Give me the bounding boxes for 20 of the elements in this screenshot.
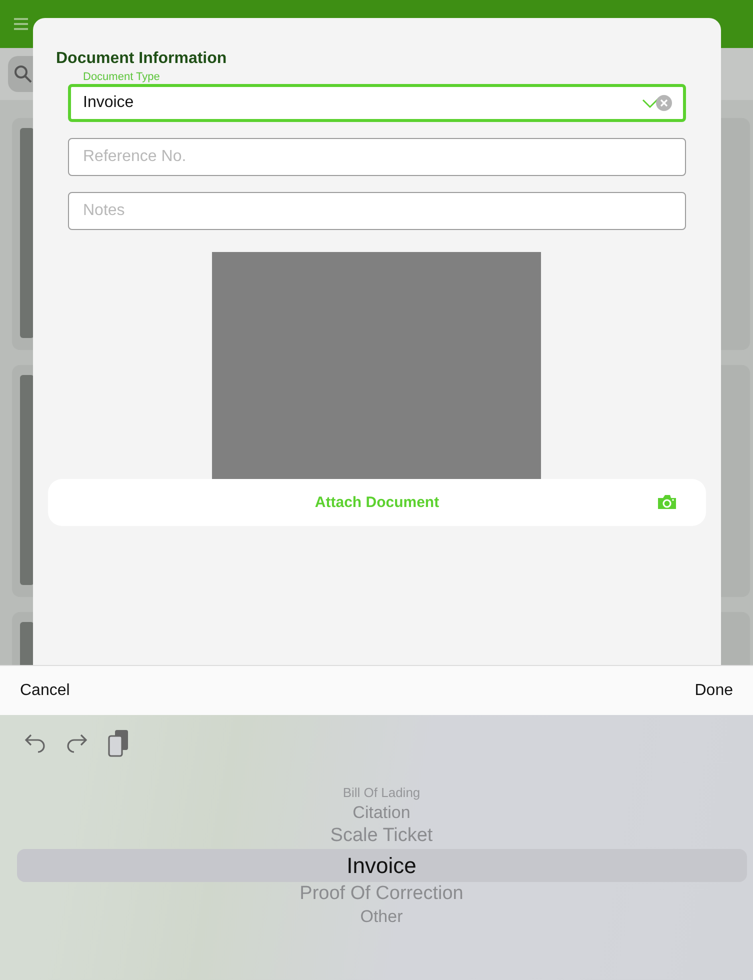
- picker-option[interactable]: Proof Of Correction: [10, 882, 753, 906]
- clipboard-icon[interactable]: [108, 729, 130, 757]
- field-label: Document Type: [83, 71, 160, 83]
- input-field[interactable]: Notes: [68, 192, 686, 230]
- cancel-button[interactable]: Cancel: [20, 682, 70, 700]
- camera-icon: [657, 494, 677, 510]
- input-field[interactable]: Invoice: [68, 84, 686, 122]
- check-icon: [642, 97, 660, 109]
- attach-document-button[interactable]: Attach Document: [48, 479, 706, 526]
- done-button[interactable]: Done: [694, 682, 733, 700]
- picker-option[interactable]: Bill Of Lading: [10, 785, 753, 802]
- redo-icon[interactable]: [66, 733, 88, 753]
- picker-option[interactable]: Citation: [10, 802, 753, 824]
- undo-icon[interactable]: [24, 733, 46, 753]
- picker-option[interactable]: Invoice: [16, 848, 746, 882]
- picker-option[interactable]: Scale Ticket: [10, 824, 753, 849]
- input-field[interactable]: Reference No.: [68, 138, 686, 176]
- picker-option[interactable]: Other: [10, 906, 753, 928]
- search-icon: [14, 65, 32, 83]
- section-title: Document Information: [56, 50, 228, 68]
